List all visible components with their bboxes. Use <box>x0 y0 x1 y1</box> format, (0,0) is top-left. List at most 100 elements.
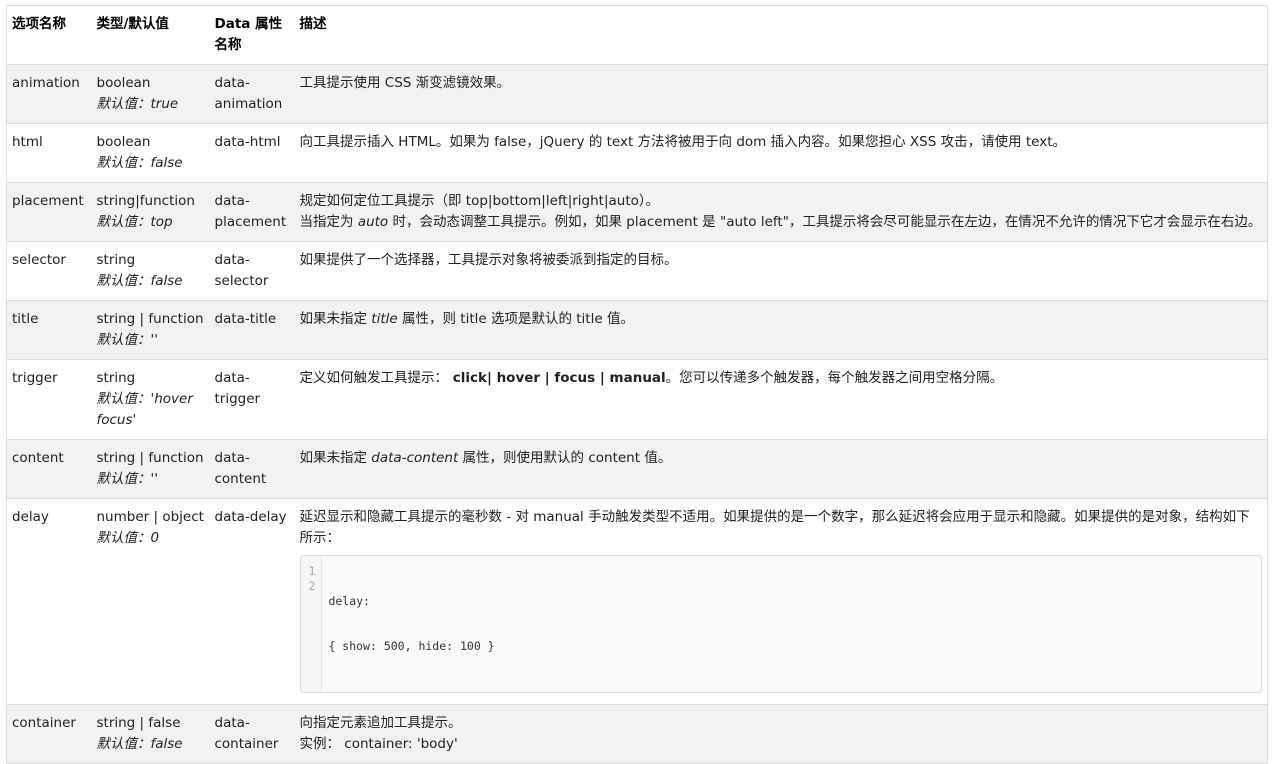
code-line-number: 2 <box>308 579 316 593</box>
option-data-attribute: data-trigger <box>209 359 295 440</box>
table-row-container: container string | false 默认值：false data-… <box>6 704 1268 764</box>
option-name: placement <box>6 182 92 242</box>
options-table-wrapper: 选项名称 类型/默认值 Data 属性名称 描述 animation boole… <box>0 0 1274 764</box>
option-default: 默认值：top <box>97 212 205 233</box>
default-label: 默认值： <box>96 530 151 546</box>
description-line-1: 向指定元素追加工具提示。 <box>299 715 462 731</box>
table-row-html: html boolean 默认值：false data-html 向工具提示插入… <box>6 123 1268 183</box>
header-description: 描述 <box>294 5 1268 65</box>
option-description: 如果未指定 title 属性，则 title 选项是默认的 title 值。 <box>294 300 1268 360</box>
option-name: selector <box>6 241 92 301</box>
option-default: 默认值：0 <box>97 528 205 549</box>
option-description: 如果提供了一个选择器，工具提示对象将被委派到指定的目标。 <box>294 241 1268 301</box>
default-value: '' <box>150 332 158 348</box>
option-data-attribute: data-selector <box>209 241 295 301</box>
desc-emphasis: data-content <box>371 450 459 466</box>
default-label: 默认值： <box>96 155 151 171</box>
desc-text: 如果未指定 <box>299 450 372 466</box>
option-name: animation <box>6 64 92 124</box>
option-description: 工具提示使用 CSS 渐变滤镜效果。 <box>294 64 1268 124</box>
default-value: false <box>150 273 183 289</box>
option-description: 定义如何触发工具提示： click| hover | focus | manua… <box>294 359 1268 440</box>
option-type-cell: string | function 默认值：'' <box>91 300 210 360</box>
option-type-cell: string 默认值：'hover focus' <box>91 359 210 440</box>
default-value: 0 <box>150 530 160 546</box>
default-value: false <box>150 155 183 171</box>
description-line-2: 当指定为 auto 时，会动态调整工具提示。例如，如果 placement 是 … <box>300 212 1263 233</box>
table-row-delay: delay number | object 默认值：0 data-delay 延… <box>6 498 1268 705</box>
option-type: string | function <box>96 450 204 466</box>
option-data-attribute: data-delay <box>209 498 295 705</box>
default-label: 默认值： <box>96 736 151 752</box>
desc-emphasis: auto <box>357 214 389 230</box>
option-data-attribute: data-animation <box>209 64 295 124</box>
option-type-cell: boolean 默认值：true <box>91 64 210 124</box>
option-data-attribute: data-container <box>209 704 295 764</box>
table-row-placement: placement string|function 默认值：top data-p… <box>6 182 1268 242</box>
option-description: 向工具提示插入 HTML。如果为 false，jQuery 的 text 方法将… <box>294 123 1268 183</box>
option-name: content <box>6 439 92 499</box>
option-name: trigger <box>6 359 92 440</box>
option-type: string | function <box>96 311 204 327</box>
option-type: string <box>96 370 136 386</box>
option-data-attribute: data-placement <box>209 182 295 242</box>
table-header: 选项名称 类型/默认值 Data 属性名称 描述 <box>6 5 1268 65</box>
table-row-content: content string | function 默认值：'' data-co… <box>6 439 1268 499</box>
option-name: delay <box>6 498 92 705</box>
option-type-cell: string 默认值：false <box>91 241 210 301</box>
default-label: 默认值： <box>96 96 151 112</box>
code-block[interactable]: 1 2 delay: { show: 500, hide: 100 } <box>299 555 1262 693</box>
default-label: 默认值： <box>96 332 151 348</box>
tooltip-options-table: 选项名称 类型/默认值 Data 属性名称 描述 animation boole… <box>6 5 1268 764</box>
default-label: 默认值： <box>96 391 151 407</box>
default-label: 默认值： <box>96 273 151 289</box>
desc-text: 定义如何触发工具提示： <box>299 370 449 386</box>
option-type: boolean <box>96 75 151 91</box>
code-line-number: 1 <box>308 564 316 578</box>
default-label: 默认值： <box>96 214 151 230</box>
option-default: 默认值：false <box>97 271 205 292</box>
option-default: 默认值：true <box>97 94 205 115</box>
desc-text: 时，会动态调整工具提示。例如，如果 placement 是 "auto left… <box>388 214 1262 230</box>
table-row-trigger: trigger string 默认值：'hover focus' data-tr… <box>6 359 1268 440</box>
desc-text: 当指定为 <box>299 214 358 230</box>
option-type: string | false <box>96 715 181 731</box>
option-default: 默认值：'' <box>97 469 205 490</box>
header-data-attribute: Data 属性名称 <box>209 5 295 65</box>
desc-text: 属性，则使用默认的 content 值。 <box>458 450 672 466</box>
option-data-attribute: data-content <box>209 439 295 499</box>
default-label: 默认值： <box>96 471 151 487</box>
code-line-numbers: 1 2 <box>300 556 323 692</box>
table-body: animation boolean 默认值：true data-animatio… <box>6 64 1268 764</box>
option-type-cell: boolean 默认值：false <box>91 123 210 183</box>
header-row: 选项名称 类型/默认值 Data 属性名称 描述 <box>6 5 1268 65</box>
option-type: number | object <box>96 509 204 525</box>
default-value: false <box>150 736 183 752</box>
option-type-cell: number | object 默认值：0 <box>91 498 210 705</box>
option-data-attribute: data-title <box>209 300 295 360</box>
option-default: 默认值：false <box>97 734 205 755</box>
option-description: 延迟显示和隐藏工具提示的毫秒数 - 对 manual 手动触发类型不适用。如果提… <box>294 498 1268 705</box>
option-name: html <box>6 123 92 183</box>
header-type-default: 类型/默认值 <box>91 5 210 65</box>
option-type: string|function <box>96 193 195 209</box>
default-value: top <box>150 214 173 230</box>
default-value: '' <box>150 471 158 487</box>
option-name: container <box>6 704 92 764</box>
default-value: true <box>150 96 179 112</box>
description-line-1: 规定如何定位工具提示（即 top|bottom|left|right|auto）… <box>299 193 660 209</box>
option-type: boolean <box>96 134 151 150</box>
description-text: 延迟显示和隐藏工具提示的毫秒数 - 对 manual 手动触发类型不适用。如果提… <box>299 509 1250 546</box>
code-line: delay: <box>328 594 370 608</box>
option-description: 如果未指定 data-content 属性，则使用默认的 content 值。 <box>294 439 1268 499</box>
desc-text: 属性，则 title 选项是默认的 title 值。 <box>397 311 634 327</box>
option-type-cell: string | false 默认值：false <box>91 704 210 764</box>
option-description: 向指定元素追加工具提示。 实例： container: 'body' <box>294 704 1268 764</box>
table-row-animation: animation boolean 默认值：true data-animatio… <box>6 64 1268 124</box>
option-default: 默认值：'hover focus' <box>97 389 205 431</box>
desc-emphasis: title <box>371 311 398 327</box>
desc-strong: click| hover | focus | manual <box>448 370 666 386</box>
option-type: string <box>96 252 136 268</box>
desc-text: 如果未指定 <box>299 311 372 327</box>
description-line-2: 实例： container: 'body' <box>299 736 458 752</box>
